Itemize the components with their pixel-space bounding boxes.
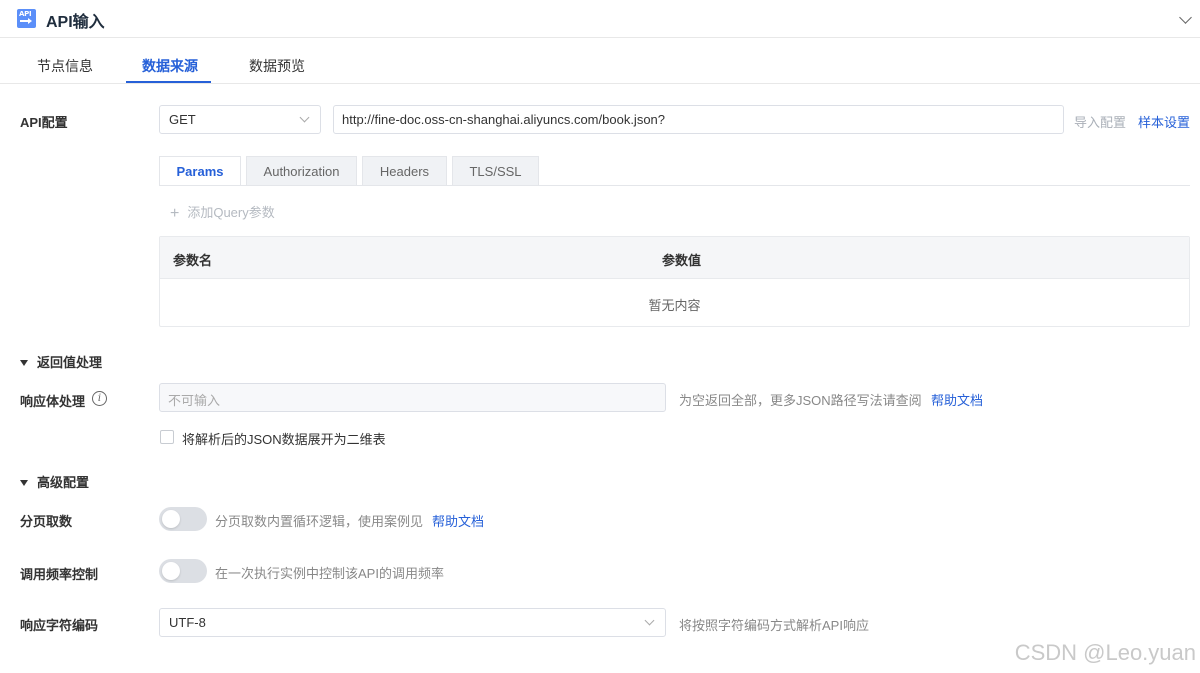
http-method-select[interactable]: GET (159, 105, 321, 134)
response-body-hint: 为空返回全部，更多JSON路径写法请查阅 (679, 393, 922, 408)
caret-down-icon (20, 480, 28, 486)
add-query-label: 添加Query参数 (187, 205, 275, 220)
caret-down-icon (20, 360, 28, 366)
toggle-knob (162, 562, 180, 580)
tab-data-source[interactable]: 数据来源 (142, 56, 198, 76)
rate-control-label: 调用频率控制 (20, 567, 99, 582)
paging-help-link[interactable]: 帮助文档 (432, 511, 484, 530)
encoding-value: UTF-8 (169, 615, 206, 630)
column-header-param-value: 参数值 (662, 253, 702, 268)
import-config-link[interactable]: 导入配置 (1074, 112, 1126, 131)
params-table: 参数名 参数值 暂无内容 (159, 236, 1190, 327)
paging-hint: 分页取数内置循环逻辑，使用案例见 (215, 514, 424, 529)
subtab-authorization[interactable]: Authorization (246, 156, 357, 186)
sample-settings-link[interactable]: 样本设置 (1138, 112, 1190, 131)
subtab-params[interactable]: Params (159, 156, 241, 186)
empty-state: 暂无内容 (648, 298, 701, 313)
paging-label: 分页取数 (20, 514, 73, 529)
rate-control-toggle[interactable] (159, 559, 207, 583)
toggle-knob (162, 510, 180, 528)
return-section-toggle[interactable]: 返回值处理 (20, 352, 102, 371)
api-config-label: API配置 (20, 115, 68, 130)
http-method-value: GET (169, 112, 196, 127)
panel-header: API API输入 (0, 0, 1200, 38)
tab-data-preview[interactable]: 数据预览 (249, 56, 305, 76)
url-input[interactable]: http://fine-doc.oss-cn-shanghai.aliyuncs… (333, 105, 1064, 134)
add-query-param-button[interactable]: + 添加Query参数 (170, 202, 275, 222)
plus-icon: + (170, 205, 180, 222)
advanced-section-title: 高级配置 (37, 475, 90, 490)
encoding-select[interactable]: UTF-8 (159, 608, 666, 637)
api-icon: API (17, 9, 36, 28)
chevron-down-icon[interactable] (1179, 11, 1192, 24)
subtab-headers[interactable]: Headers (362, 156, 447, 186)
chevron-down-icon (299, 112, 310, 123)
panel-title: API输入 (46, 14, 105, 31)
paging-toggle[interactable] (159, 507, 207, 531)
return-section-title: 返回值处理 (37, 355, 103, 370)
tab-bar: 节点信息 数据来源 数据预览 (0, 44, 1200, 84)
response-body-input: 不可输入 (159, 383, 666, 412)
column-header-param-name: 参数名 (173, 253, 213, 268)
subtab-tls-ssl[interactable]: TLS/SSL (452, 156, 539, 186)
active-tab-indicator (126, 81, 211, 83)
response-body-label: 响应体处理 (20, 394, 86, 409)
subtab-divider (159, 185, 1190, 186)
tab-node-info[interactable]: 节点信息 (37, 56, 93, 76)
expand-json-checkbox[interactable] (160, 430, 174, 444)
encoding-hint: 将按照字符编码方式解析API响应 (679, 618, 869, 633)
info-icon[interactable]: i (92, 391, 107, 406)
watermark: CSDN @Leo.yuan (1014, 640, 1196, 665)
expand-json-label[interactable]: 将解析后的JSON数据展开为二维表 (182, 429, 386, 448)
chevron-down-icon (644, 615, 655, 626)
url-value: http://fine-doc.oss-cn-shanghai.aliyuncs… (342, 112, 666, 127)
rate-control-hint: 在一次执行实例中控制该API的调用频率 (215, 566, 444, 581)
encoding-label: 响应字符编码 (20, 618, 99, 633)
response-body-placeholder: 不可输入 (168, 393, 221, 408)
response-body-help-link[interactable]: 帮助文档 (931, 390, 983, 409)
params-table-header: 参数名 参数值 (160, 237, 1189, 279)
advanced-section-toggle[interactable]: 高级配置 (20, 472, 89, 491)
api-icon-text: API (19, 10, 32, 18)
